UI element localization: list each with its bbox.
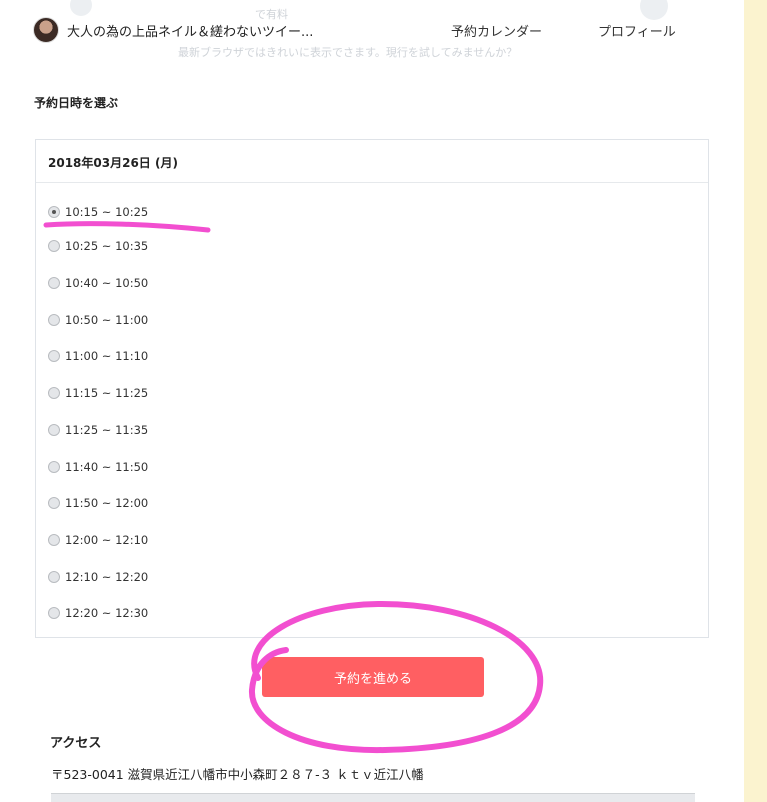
- time-slot-label: 11:15 ~ 11:25: [65, 386, 149, 400]
- radio-icon[interactable]: [48, 534, 60, 546]
- shop-name-link[interactable]: 大人の為の上品ネイル＆縒わないツイー...: [67, 21, 313, 40]
- radio-icon[interactable]: [48, 424, 60, 436]
- time-slot-label: 12:20 ~ 12:30: [65, 606, 149, 620]
- radio-selected-icon[interactable]: [48, 206, 60, 218]
- radio-icon[interactable]: [48, 607, 60, 619]
- access-heading: アクセス: [50, 736, 102, 751]
- time-slot-label: 11:40 ~ 11:50: [65, 460, 149, 474]
- date-header: 2018年03月26日 (月): [36, 140, 708, 183]
- time-slot-option[interactable]: 11:50 ~ 12:00: [48, 493, 148, 513]
- nav-profile-link[interactable]: プロフィール: [598, 21, 676, 40]
- time-slot-option[interactable]: 11:25 ~ 11:35: [48, 420, 148, 440]
- section-title: 予約日時を選ぶ: [34, 96, 119, 110]
- time-slot-option[interactable]: 10:15 ~ 10:25: [48, 202, 148, 222]
- time-slot-option[interactable]: 12:00 ~ 12:10: [48, 530, 148, 550]
- radio-icon[interactable]: [48, 461, 60, 473]
- radio-icon[interactable]: [48, 497, 60, 509]
- time-slot-option[interactable]: 10:40 ~ 10:50: [48, 273, 148, 293]
- time-slot-label: 12:10 ~ 12:20: [65, 570, 149, 584]
- time-slot-label: 10:40 ~ 10:50: [65, 276, 149, 290]
- faded-browser-banner: 最新ブラウザではきれいに表示でさます。現行を試してみませんか？: [178, 46, 518, 59]
- time-slot-label: 11:00 ~ 11:10: [65, 349, 149, 363]
- time-slot-option[interactable]: 11:15 ~ 11:25: [48, 383, 148, 403]
- time-slot-label: 10:25 ~ 10:35: [65, 239, 149, 253]
- time-slot-label: 11:25 ~ 11:35: [65, 423, 149, 437]
- radio-icon[interactable]: [48, 277, 60, 289]
- nav-calendar-link[interactable]: 予約カレンダー: [451, 21, 542, 40]
- radio-icon[interactable]: [48, 314, 60, 326]
- radio-icon[interactable]: [48, 571, 60, 583]
- faded-icon: [640, 0, 668, 20]
- radio-icon[interactable]: [48, 350, 60, 362]
- avatar[interactable]: [33, 17, 59, 43]
- time-slot-option[interactable]: 10:50 ~ 11:00: [48, 310, 148, 330]
- time-slot-card: 2018年03月26日 (月) 10:15 ~ 10:25 10:25 ~ 10…: [35, 139, 709, 638]
- time-slot-option[interactable]: 11:40 ~ 11:50: [48, 457, 148, 477]
- header: で有料 最新ブラウザではきれいに表示でさます。現行を試してみませんか？ 大人の為…: [0, 0, 744, 60]
- radio-icon[interactable]: [48, 240, 60, 252]
- time-slot-option[interactable]: 12:10 ~ 12:20: [48, 567, 148, 587]
- time-slot-label: 10:50 ~ 11:00: [65, 313, 149, 327]
- radio-icon[interactable]: [48, 387, 60, 399]
- faded-icon: [70, 0, 92, 16]
- time-slot-option[interactable]: 11:00 ~ 11:10: [48, 346, 148, 366]
- time-slot-option[interactable]: 10:25 ~ 10:35: [48, 236, 148, 256]
- faded-label: で有料: [255, 8, 288, 21]
- address-text: 〒523-0041 滋賀県近江八幡市中小森町２８７-３ ｋｔｖ近江八幡: [51, 767, 424, 782]
- time-slot-label: 10:15 ~ 10:25: [65, 205, 149, 219]
- time-slot-option[interactable]: 12:20 ~ 12:30: [48, 603, 148, 623]
- time-slot-label: 12:00 ~ 12:10: [65, 533, 149, 547]
- map-preview[interactable]: [51, 793, 695, 802]
- time-slot-label: 11:50 ~ 12:00: [65, 496, 149, 510]
- proceed-reservation-button[interactable]: 予約を進める: [262, 657, 484, 697]
- page: で有料 最新ブラウザではきれいに表示でさます。現行を試してみませんか？ 大人の為…: [0, 0, 744, 802]
